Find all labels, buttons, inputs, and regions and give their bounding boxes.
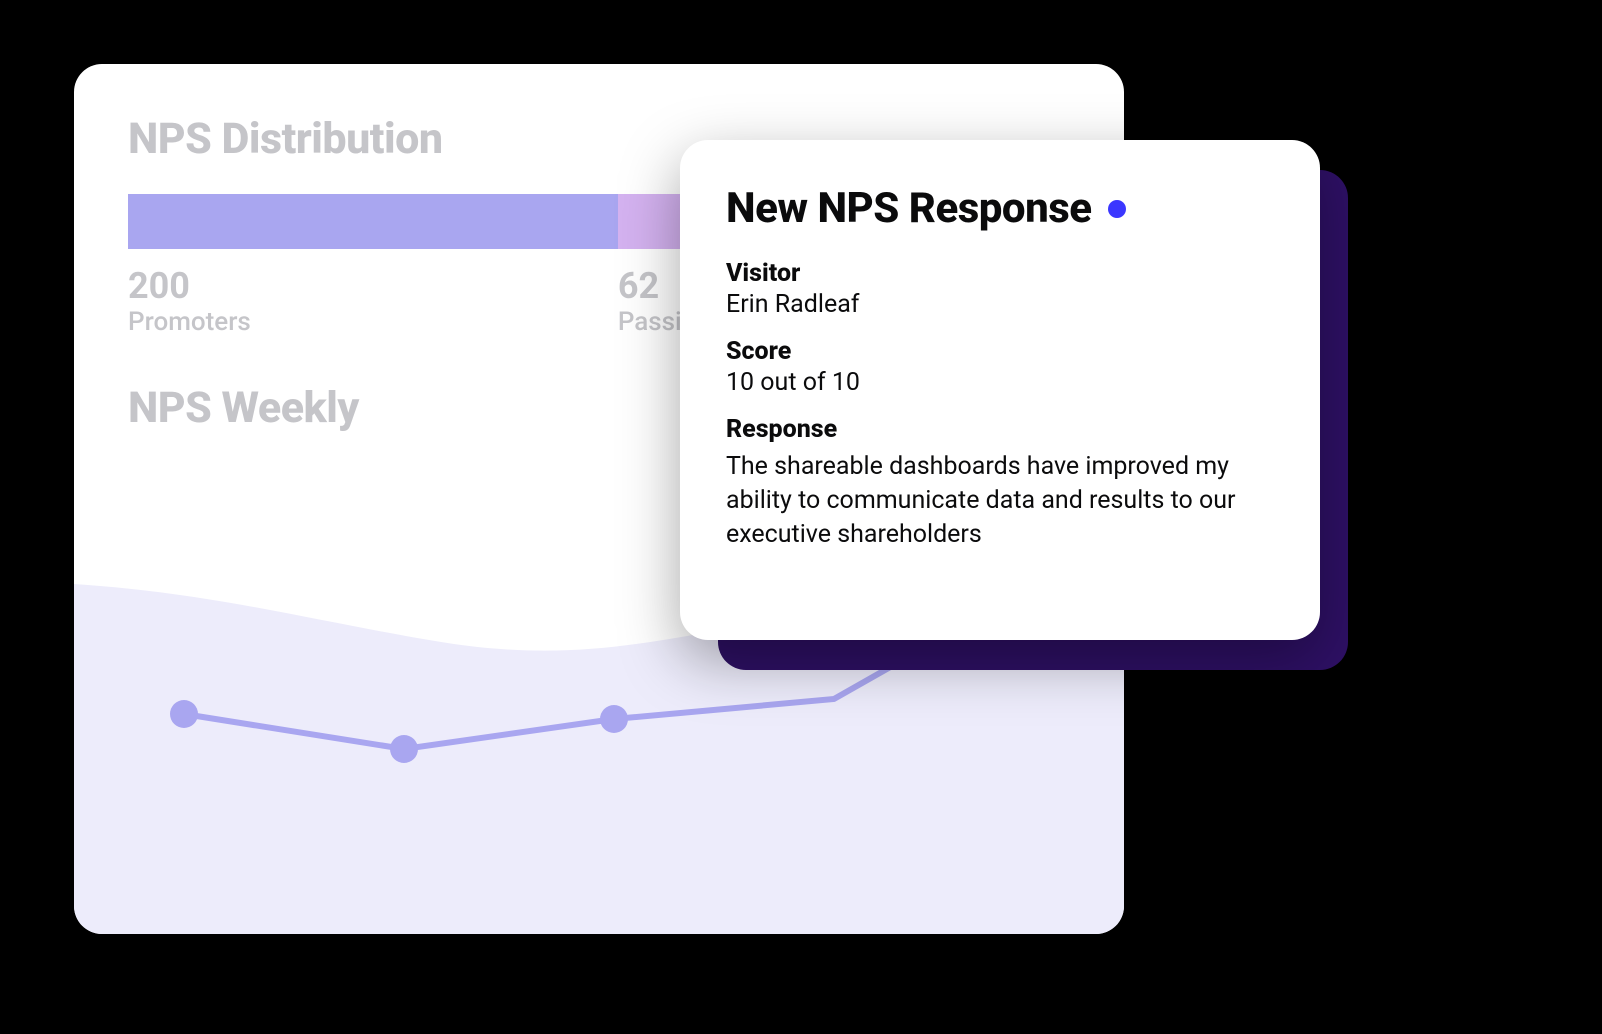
score-value: 10 out of 10 <box>726 368 1274 397</box>
bar-segment-promoters <box>128 194 618 249</box>
score-label: Score <box>726 337 1274 366</box>
promoters-label: Promoters <box>128 307 618 337</box>
nps-response-popup: New NPS Response Visitor Erin Radleaf Sc… <box>680 140 1320 640</box>
visitor-label: Visitor <box>726 259 1274 288</box>
popup-title-row: New NPS Response <box>726 184 1274 233</box>
promoters-count: 200 <box>128 267 618 307</box>
popup-title: New NPS Response <box>726 184 1092 233</box>
dist-label-promoters: 200 Promoters <box>128 267 618 337</box>
response-value: The shareable dashboards have improved m… <box>726 450 1266 551</box>
visitor-value: Erin Radleaf <box>726 290 1274 319</box>
response-label: Response <box>726 415 1274 444</box>
status-dot-icon <box>1108 200 1126 218</box>
